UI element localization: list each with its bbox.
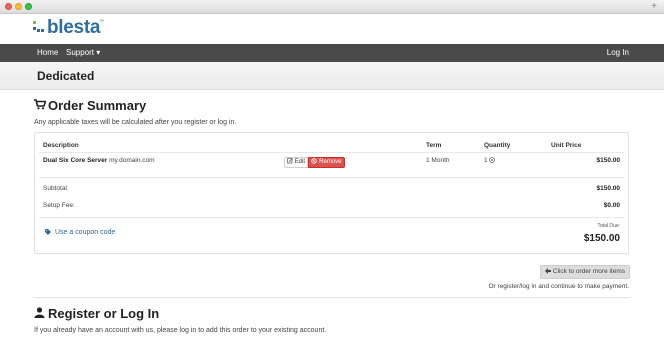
item-product-name: Dual Six Core Server <box>43 157 108 164</box>
brand-name: blesta <box>47 17 101 38</box>
nav-support-dropdown[interactable]: Support ▾ <box>66 44 100 62</box>
nav-login-link[interactable]: Log In <box>607 44 629 62</box>
item-quantity-value: 1 <box>484 157 488 164</box>
register-heading: Register or Log In <box>34 306 194 322</box>
order-summary-heading: Order Summary <box>34 98 174 114</box>
item-unit-price: $150.00 <box>597 157 621 164</box>
edit-button-label: Edit <box>294 159 305 165</box>
setup-fee-amount: $0.00 <box>603 202 620 209</box>
order-summary-panel: Description Term Quantity Unit Price Dua… <box>34 132 629 254</box>
brand-bar: blesta ™ <box>0 14 664 44</box>
row-divider <box>39 177 625 178</box>
coupon-link-label: Use a coupon code <box>54 229 116 236</box>
total-due-value: $150.00 <box>583 233 620 244</box>
column-header-quantity: Quantity <box>484 142 511 149</box>
total-due-label: Total Due: <box>597 223 620 229</box>
order-summary-title: Order Summary <box>48 98 147 113</box>
setup-fee-label: Setup Fee: <box>43 202 75 209</box>
info-icon <box>489 157 496 163</box>
ban-icon <box>311 158 318 164</box>
continue-to-payment-note: Or register/log in and continue to make … <box>488 283 629 290</box>
item-domain: my.domain.com <box>109 157 155 164</box>
subtotal-label: Subtotal: <box>43 185 69 192</box>
coupon-link[interactable]: Use a coupon code <box>45 229 115 236</box>
item-quantity: 1 <box>484 157 496 164</box>
subtotal-amount: $150.00 <box>596 185 621 192</box>
user-icon <box>34 307 45 318</box>
brand-trademark: ™ <box>99 19 104 25</box>
column-header-term: Term <box>426 142 442 149</box>
minimize-window-button[interactable] <box>15 3 22 10</box>
setup-fee-value: $0.00 <box>604 202 620 209</box>
page-title: Dedicated <box>37 69 95 83</box>
item-unit-price-value: $150.00 <box>596 157 621 164</box>
register-title: Register or Log In <box>48 306 160 321</box>
remove-button-label: Remove <box>319 159 342 165</box>
new-tab-button[interactable]: + <box>648 1 660 12</box>
tag-icon <box>45 229 51 235</box>
header-divider <box>39 152 625 153</box>
window-titlebar: + <box>0 0 664 14</box>
order-more-items-button[interactable]: Click to order more items <box>540 265 630 279</box>
pencil-icon <box>287 158 293 164</box>
remove-item-button[interactable]: Remove <box>308 157 345 168</box>
arrow-left-icon <box>544 268 551 274</box>
column-header-unit-price: Unit Price <box>551 142 582 149</box>
tax-note: Any applicable taxes will be calculated … <box>34 119 237 126</box>
page-title-band: Dedicated <box>0 62 664 90</box>
totals-divider <box>39 217 625 218</box>
logo-dots-icon <box>33 21 44 32</box>
section-divider <box>34 297 630 298</box>
edit-item-button[interactable]: Edit <box>284 157 308 168</box>
nav-home-link[interactable]: Home <box>37 44 58 62</box>
close-window-button[interactable] <box>5 3 12 10</box>
shopping-cart-icon <box>34 99 46 110</box>
subtotal-value: $150.00 <box>597 185 621 192</box>
main-navbar: Home Support ▾ Log In <box>0 44 664 62</box>
register-intro: If you already have an account with us, … <box>34 327 327 334</box>
zoom-window-button[interactable] <box>25 3 32 10</box>
item-term: 1 Month <box>426 157 450 164</box>
order-more-items-label: Click to order more items <box>552 268 626 275</box>
column-header-description: Description <box>43 142 79 149</box>
item-name: Dual Six Core Server my.domain.com <box>43 157 155 164</box>
